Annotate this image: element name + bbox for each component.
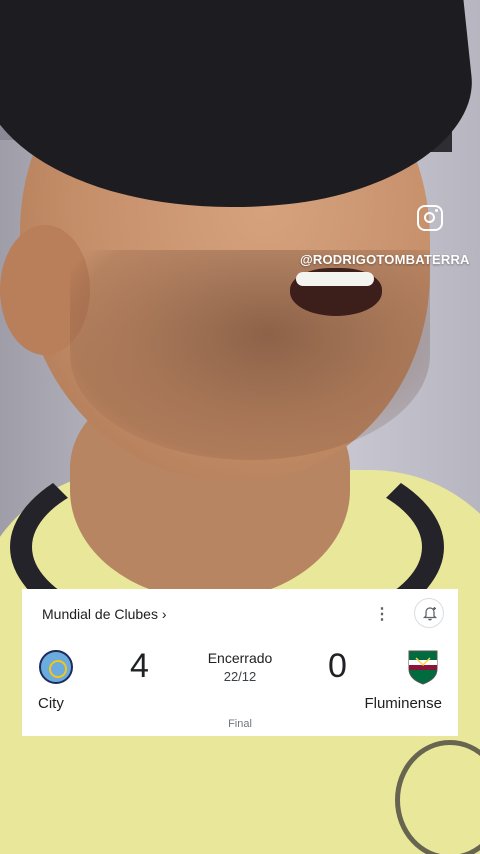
more-options-icon[interactable]: ⋮ — [374, 604, 390, 624]
match-scorecard[interactable]: Mundial de Clubes › ⋮ 4 Encerrado 22/12 … — [22, 589, 458, 736]
match-stage: Final — [228, 718, 252, 730]
home-team-name[interactable]: City — [38, 695, 64, 712]
match-status: Encerrado — [207, 650, 273, 666]
instagram-icon — [417, 205, 443, 231]
away-score: 0 — [328, 647, 347, 685]
city-crest-icon — [39, 650, 73, 684]
teeth — [296, 272, 374, 286]
notify-button[interactable] — [414, 598, 444, 628]
home-score: 4 — [130, 647, 149, 685]
competition-link[interactable]: Mundial de Clubes › — [42, 606, 167, 622]
chevron-right-icon: › — [161, 606, 167, 622]
competition-label: Mundial de Clubes — [42, 606, 158, 622]
match-date: 22/12 — [223, 669, 257, 684]
instagram-handle: @RODRIGOTOMBATERRA — [300, 252, 470, 267]
away-team-name[interactable]: Fluminense — [364, 695, 442, 712]
fluminense-crest-icon — [408, 650, 438, 685]
bell-add-icon — [422, 607, 438, 621]
